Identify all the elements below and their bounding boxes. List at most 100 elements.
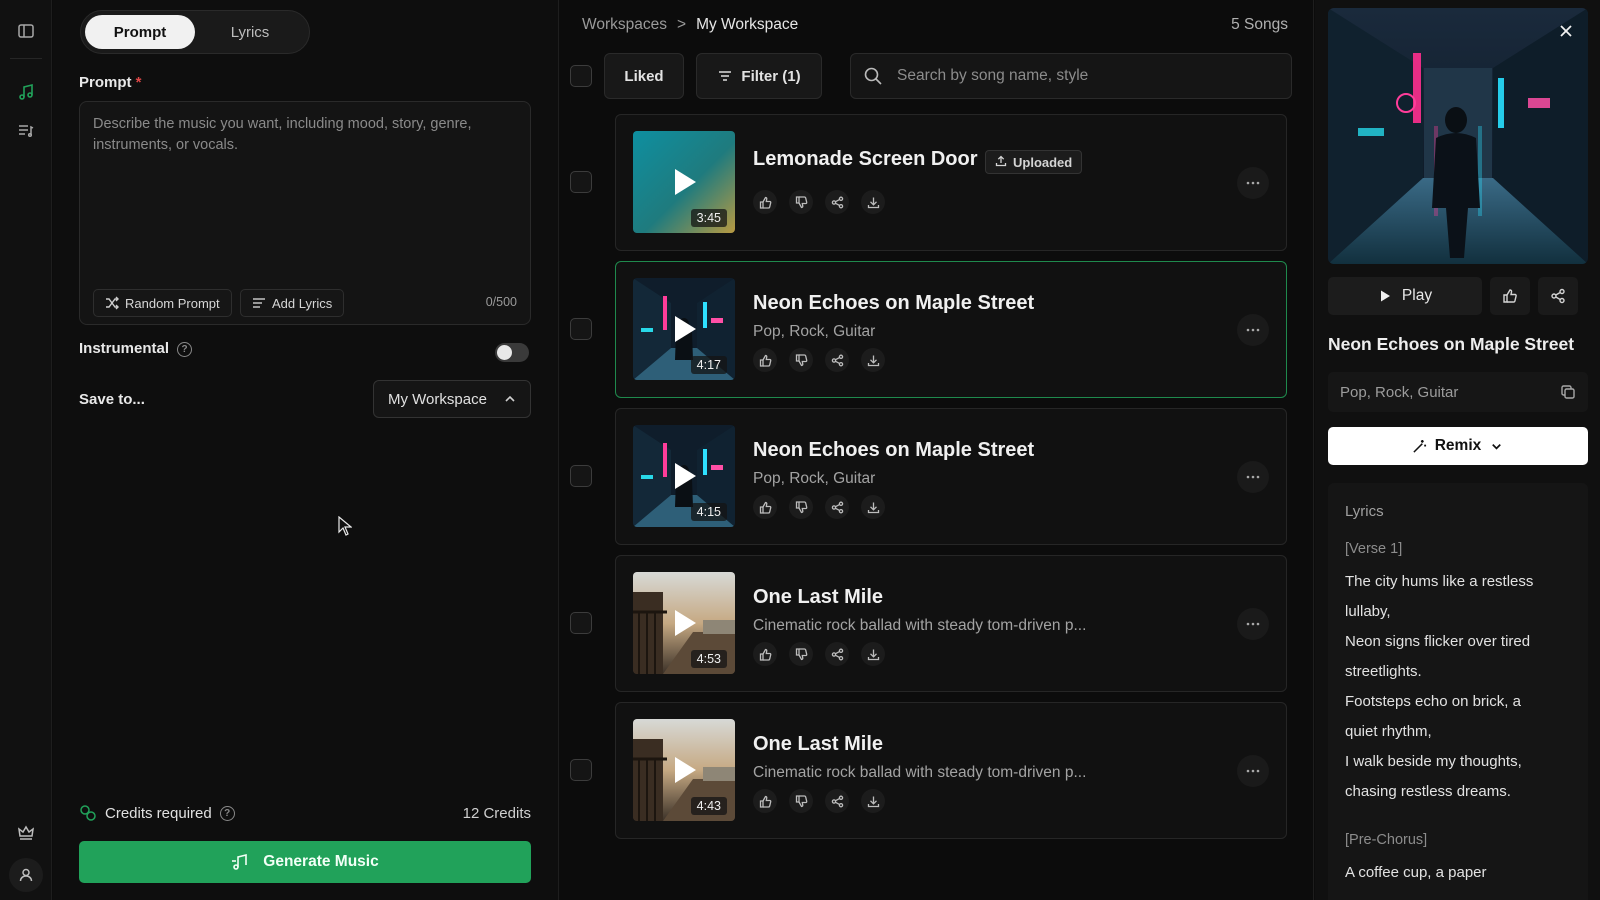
sidebar-toggle-icon[interactable] (14, 19, 38, 43)
breadcrumb-workspaces[interactable]: Workspaces (582, 16, 667, 34)
song-actions (753, 348, 885, 372)
song-duration: 4:43 (690, 797, 727, 815)
song-checkbox[interactable] (570, 171, 592, 193)
download-icon[interactable] (861, 190, 885, 214)
song-thumbnail[interactable]: 3:45 (633, 131, 735, 233)
detail-style-text: Pop, Rock, Guitar (1340, 383, 1459, 401)
song-title[interactable]: Neon Echoes on Maple Street (753, 292, 1034, 315)
thumbs-down-icon[interactable] (789, 642, 813, 666)
song-checkbox[interactable] (570, 612, 592, 634)
credits-value: 12 Credits (462, 804, 531, 822)
play-icon[interactable] (673, 462, 697, 490)
tab-lyrics[interactable]: Lyrics (195, 15, 305, 49)
share-icon[interactable] (825, 789, 849, 813)
more-icon[interactable] (1237, 461, 1269, 493)
song-list-panel: Workspaces > My Workspace 5 Songs Liked … (560, 0, 1314, 900)
more-icon[interactable] (1237, 608, 1269, 640)
download-icon[interactable] (861, 495, 885, 519)
search-input[interactable] (897, 67, 1279, 85)
song-duration: 3:45 (690, 209, 727, 227)
breadcrumb: Workspaces > My Workspace (582, 16, 798, 34)
song-checkbox[interactable] (570, 465, 592, 487)
breadcrumb-current: My Workspace (696, 16, 799, 33)
add-lyrics-label: Add Lyrics (272, 295, 333, 311)
more-icon[interactable] (1237, 755, 1269, 787)
thumbs-down-icon[interactable] (789, 348, 813, 372)
detail-song-title: Neon Echoes on Maple Street (1328, 334, 1575, 354)
playlist-icon[interactable] (14, 118, 38, 142)
share-icon[interactable] (825, 495, 849, 519)
download-icon[interactable] (861, 789, 885, 813)
close-icon[interactable] (1557, 22, 1575, 40)
prompt-box: Random Prompt Add Lyrics 0/500 (79, 101, 531, 325)
liked-filter-button[interactable]: Liked (604, 53, 684, 99)
song-checkbox[interactable] (570, 759, 592, 781)
save-to-label: Save to... (79, 391, 145, 408)
left-rail (0, 0, 52, 900)
thumbs-up-icon[interactable] (753, 348, 777, 372)
lyrics-line: streetlights. (1345, 663, 1422, 680)
lyrics-line: The city hums like a restless (1345, 573, 1534, 590)
prompt-input[interactable] (80, 102, 530, 272)
thumbs-up-icon[interactable] (753, 789, 777, 813)
song-title[interactable]: Neon Echoes on Maple Street (753, 439, 1034, 462)
share-icon[interactable] (825, 348, 849, 372)
thumbs-up-icon[interactable] (753, 190, 777, 214)
credits-label: Credits required (105, 804, 212, 822)
song-card[interactable]: 4:43 One Last Mile Cinematic rock ballad… (615, 702, 1287, 839)
play-button[interactable]: Play (1328, 277, 1482, 315)
lyrics-line: quiet rhythm, (1345, 723, 1432, 740)
random-prompt-button[interactable]: Random Prompt (93, 289, 232, 317)
instrumental-toggle[interactable] (495, 343, 529, 362)
crown-icon[interactable] (14, 821, 38, 845)
select-all-checkbox[interactable] (570, 65, 592, 87)
thumbs-down-icon[interactable] (789, 495, 813, 519)
song-card[interactable]: 4:53 One Last Mile Cinematic rock ballad… (615, 555, 1287, 692)
help-icon[interactable]: ? (177, 341, 193, 357)
download-icon[interactable] (861, 642, 885, 666)
generate-music-button[interactable]: Generate Music (79, 841, 531, 883)
song-title[interactable]: One Last Mile (753, 586, 883, 609)
user-icon[interactable] (9, 858, 43, 892)
song-thumbnail[interactable]: 4:53 (633, 572, 735, 674)
remix-button[interactable]: Remix (1328, 427, 1588, 465)
copy-icon[interactable] (1560, 384, 1576, 400)
song-thumbnail[interactable]: 4:17 (633, 278, 735, 380)
breadcrumb-separator: > (677, 16, 687, 33)
song-thumbnail[interactable]: 4:15 (633, 425, 735, 527)
uploaded-badge: Uploaded (985, 150, 1083, 174)
thumbs-down-icon[interactable] (789, 190, 813, 214)
like-button[interactable] (1490, 277, 1530, 315)
play-icon[interactable] (673, 315, 697, 343)
share-button[interactable] (1538, 277, 1578, 315)
download-icon[interactable] (861, 348, 885, 372)
song-title[interactable]: Lemonade Screen Door (753, 148, 978, 171)
music-note-icon[interactable] (14, 80, 38, 104)
song-detail-panel: Play Neon Echoes on Maple Street Pop, Ro… (1315, 0, 1600, 900)
add-lyrics-button[interactable]: Add Lyrics (240, 289, 345, 317)
song-thumbnail[interactable]: 4:43 (633, 719, 735, 821)
play-icon[interactable] (673, 609, 697, 637)
filter-button[interactable]: Filter (1) (696, 53, 822, 99)
help-icon[interactable]: ? (219, 805, 235, 821)
song-card[interactable]: 3:45 Lemonade Screen Door Uploaded (615, 114, 1287, 251)
tab-prompt[interactable]: Prompt (85, 15, 195, 49)
song-actions (753, 495, 885, 519)
thumbs-down-icon[interactable] (789, 789, 813, 813)
play-icon[interactable] (673, 756, 697, 784)
more-icon[interactable] (1237, 167, 1269, 199)
song-card[interactable]: 4:15 Neon Echoes on Maple Street Pop, Ro… (615, 408, 1287, 545)
song-checkbox[interactable] (570, 318, 592, 340)
thumbs-up-icon[interactable] (753, 495, 777, 519)
mode-segmented-control: Prompt Lyrics (80, 10, 310, 54)
more-icon[interactable] (1237, 314, 1269, 346)
lyrics-heading: Lyrics (1345, 503, 1384, 520)
song-title[interactable]: One Last Mile (753, 733, 883, 756)
share-icon[interactable] (825, 190, 849, 214)
thumbs-up-icon[interactable] (753, 642, 777, 666)
workspace-select[interactable]: My Workspace (373, 380, 531, 418)
play-icon[interactable] (673, 168, 697, 196)
share-icon[interactable] (825, 642, 849, 666)
lyrics-body: [Verse 1] The city hums like a restless lu… (1345, 538, 1571, 888)
song-card[interactable]: 4:17 Neon Echoes on Maple Street Pop, Ro… (615, 261, 1287, 398)
